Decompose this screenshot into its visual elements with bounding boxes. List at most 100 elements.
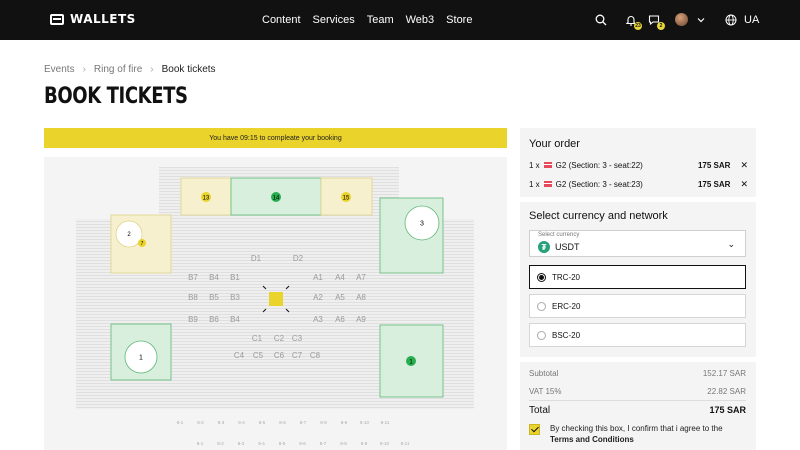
- row-label[interactable]: 8-3: [238, 441, 245, 446]
- terms-link[interactable]: Terms and Conditions: [550, 435, 634, 444]
- search-icon[interactable]: [593, 12, 609, 28]
- network-option-trc20[interactable]: TRC-20: [529, 265, 746, 289]
- row-label[interactable]: 8-8: [320, 420, 327, 425]
- seat-map-canvas[interactable]: 13 14 15 2 7 3 1 1 B7 B4 B1B8 B5 B3B9 B6 B4A1 A…: [44, 157, 507, 450]
- seat-a3[interactable]: A3: [313, 315, 323, 324]
- globe-icon[interactable]: [723, 12, 739, 28]
- terms-text: By checking this box, I confirm that i a…: [550, 424, 723, 433]
- section-label-3: 3: [420, 221, 424, 228]
- seat-a4[interactable]: A4: [335, 273, 345, 282]
- seat-d2[interactable]: D2: [293, 254, 304, 263]
- row-label[interactable]: 8-5: [259, 420, 266, 425]
- row-label[interactable]: 8-7: [300, 420, 307, 425]
- seat-a2[interactable]: A2: [313, 293, 323, 302]
- row-label[interactable]: 8-9: [361, 441, 368, 446]
- chevron-down-icon[interactable]: [693, 12, 709, 28]
- seat-b7[interactable]: B7: [188, 273, 198, 282]
- logo[interactable]: WALLETS: [50, 12, 136, 26]
- row-label[interactable]: 8-4: [238, 420, 245, 425]
- nav-content[interactable]: Content: [262, 14, 301, 26]
- seat-c6[interactable]: C6: [274, 351, 285, 360]
- breadcrumb-events[interactable]: Events: [44, 64, 75, 75]
- vat-label: VAT 15%: [529, 387, 562, 396]
- chevron-right-icon: ›: [150, 64, 154, 75]
- radio-icon: [537, 301, 546, 311]
- row-label[interactable]: 8-2: [197, 420, 204, 425]
- breadcrumb-ring-of-fire[interactable]: Ring of fire: [94, 64, 142, 75]
- row-label[interactable]: 8-1: [197, 441, 204, 446]
- seat-c8[interactable]: C8: [310, 351, 321, 360]
- network-label: TRC-20: [552, 272, 581, 282]
- currency-select[interactable]: Select currency ₮ USDT ⌄: [529, 230, 746, 257]
- seat-a6[interactable]: A6: [335, 315, 345, 324]
- notifications-badge: 23: [634, 22, 642, 30]
- seat-c3[interactable]: C3: [292, 334, 303, 343]
- seat-c7[interactable]: C7: [292, 351, 303, 360]
- seat-b6[interactable]: B6: [209, 315, 219, 324]
- order-price: 175 SAR: [697, 179, 731, 189]
- terms-checkbox[interactable]: [529, 424, 540, 435]
- section-label-1-left: 1: [139, 355, 143, 362]
- row-label[interactable]: 8-9: [341, 420, 348, 425]
- bell-icon[interactable]: 23: [623, 12, 642, 30]
- row-label[interactable]: 8-5: [279, 441, 286, 446]
- order-qty: 1 x: [529, 179, 540, 189]
- row-label[interactable]: 8-4: [258, 441, 265, 446]
- nav-services[interactable]: Services: [313, 14, 355, 26]
- seat-c1[interactable]: C1: [252, 334, 263, 343]
- seat-d1[interactable]: D1: [251, 254, 262, 263]
- seat-a9[interactable]: A9: [356, 315, 366, 324]
- seat-c5[interactable]: C5: [253, 351, 264, 360]
- seat-b4[interactable]: B4: [230, 315, 240, 324]
- order-seat: G2 (Section: 3 - seat:23): [555, 179, 643, 189]
- language-selector[interactable]: UA: [744, 14, 759, 26]
- seat-b9[interactable]: B9: [188, 315, 198, 324]
- seat-b8[interactable]: B8: [188, 293, 198, 302]
- nav-store[interactable]: Store: [446, 14, 472, 26]
- divider: [529, 400, 746, 401]
- radio-icon: [537, 272, 546, 282]
- flag-icon: [543, 181, 552, 187]
- chat-icon[interactable]: 2: [646, 12, 665, 30]
- currency-select-label: Select currency: [538, 232, 580, 238]
- row-label[interactable]: 8-3: [218, 420, 225, 425]
- row-label[interactable]: 8-6: [299, 441, 306, 446]
- row-label[interactable]: 8-7: [320, 441, 327, 446]
- seat-c2[interactable]: C2: [274, 334, 285, 343]
- seat-a7[interactable]: A7: [356, 273, 366, 282]
- row-label[interactable]: 8-1: [177, 420, 184, 425]
- vat-value: 22.82 SAR: [707, 387, 746, 396]
- subtotal-row: Subtotal 152.17 SAR: [529, 369, 746, 378]
- seat-count-7: 7: [141, 241, 144, 247]
- network-option-erc20[interactable]: ERC-20: [529, 294, 746, 318]
- row-label[interactable]: 8-10: [380, 441, 390, 446]
- seat-b5[interactable]: B5: [209, 293, 219, 302]
- seat-a8[interactable]: A8: [356, 293, 366, 302]
- network-label: ERC-20: [552, 301, 581, 311]
- seat-a5[interactable]: A5: [335, 293, 345, 302]
- nav-web3[interactable]: Web3: [406, 14, 435, 26]
- seat-b4[interactable]: B4: [209, 273, 219, 282]
- vat-row: VAT 15% 22.82 SAR: [529, 387, 746, 396]
- row-label[interactable]: 8-10: [360, 420, 370, 425]
- booking-timer: You have 09:15 to compleate your booking: [44, 128, 507, 148]
- flag-icon: [543, 162, 552, 168]
- seat-b3[interactable]: B3: [230, 293, 240, 302]
- section-label-14: 14: [273, 196, 280, 202]
- nav-team[interactable]: Team: [367, 14, 394, 26]
- row-label[interactable]: 8-11: [401, 441, 410, 446]
- avatar[interactable]: [675, 13, 688, 26]
- seat-a1[interactable]: A1: [313, 273, 323, 282]
- order-seat: G2 (Section: 3 - seat:22): [555, 160, 643, 170]
- seat-map[interactable]: 13 14 15 2 7 3 1 1 B7 B4 B1 B8 B5 B3 B9 B6 B4 A1 A…: [44, 157, 507, 450]
- row-label[interactable]: 8-6: [279, 420, 286, 425]
- close-icon[interactable]: ✕: [740, 179, 748, 190]
- row-label[interactable]: 8-2: [217, 441, 224, 446]
- row-label[interactable]: 8-11: [381, 420, 390, 425]
- row-label[interactable]: 8-8: [340, 441, 347, 446]
- seat-b1[interactable]: B1: [230, 273, 240, 282]
- network-option-bsc20[interactable]: BSC-20: [529, 323, 746, 347]
- close-icon[interactable]: ✕: [740, 160, 748, 171]
- tether-icon: ₮: [538, 241, 550, 253]
- seat-c4[interactable]: C4: [234, 351, 245, 360]
